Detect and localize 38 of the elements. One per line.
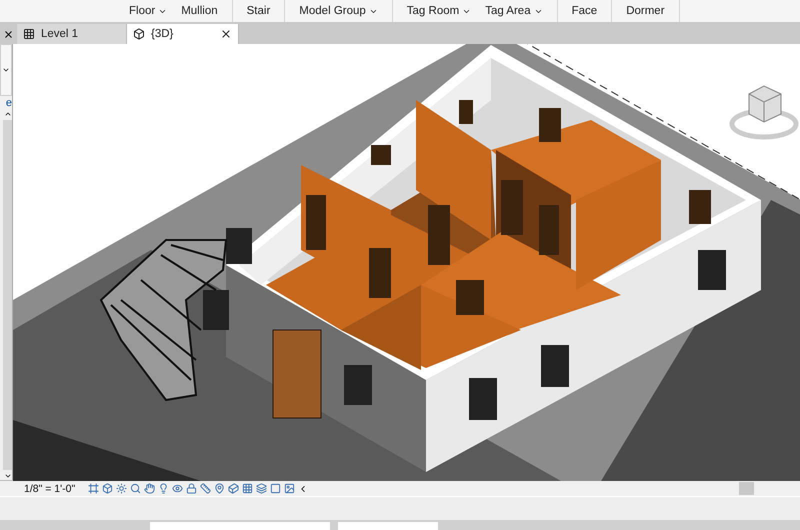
- panel-label: e: [6, 96, 12, 110]
- sun-icon[interactable]: [116, 483, 128, 494]
- scroll-up-icon[interactable]: [4, 110, 12, 118]
- cube-icon: [133, 28, 145, 40]
- caret-icon: [2, 66, 10, 74]
- close-icon[interactable]: [220, 28, 232, 40]
- ribbon-tool[interactable]: Tag Room: [404, 5, 474, 17]
- scroll-down-icon[interactable]: [4, 472, 12, 480]
- status-field[interactable]: [150, 522, 330, 530]
- lock-icon[interactable]: [186, 483, 198, 494]
- pin-icon[interactable]: [214, 483, 226, 494]
- hand-icon[interactable]: [144, 483, 156, 494]
- frame-icon[interactable]: [88, 483, 100, 494]
- view-tab[interactable]: {3D}: [127, 24, 239, 44]
- cuboid-icon[interactable]: [228, 483, 240, 494]
- box-icon[interactable]: [102, 483, 114, 494]
- status-field[interactable]: [338, 522, 438, 530]
- ribbon-tool[interactable]: Tag Area: [483, 5, 545, 17]
- view-scale[interactable]: 1/8" = 1'-0": [24, 482, 76, 494]
- ribbon-tool[interactable]: Mullion: [179, 5, 220, 17]
- image-icon[interactable]: [284, 483, 296, 494]
- ribbon-tool[interactable]: Dormer: [624, 5, 667, 17]
- ribbon-tool[interactable]: Stair: [244, 5, 272, 17]
- search-icon[interactable]: [130, 483, 142, 494]
- ribbon-tool[interactable]: Face: [570, 5, 600, 17]
- layers-icon[interactable]: [256, 483, 268, 494]
- eye-icon[interactable]: [172, 483, 184, 494]
- ribbon-tool[interactable]: Model Group: [297, 5, 380, 17]
- grid-icon[interactable]: [242, 483, 254, 494]
- ruler-icon[interactable]: [200, 483, 212, 494]
- ribbon-tool[interactable]: Floor: [127, 5, 170, 17]
- lightbulb-icon[interactable]: [158, 483, 170, 494]
- square-icon[interactable]: [270, 483, 282, 494]
- scroll-thumb[interactable]: [739, 482, 754, 495]
- scrollbar[interactable]: [3, 120, 12, 470]
- grid-icon: [23, 28, 35, 40]
- close-icon[interactable]: [3, 29, 14, 40]
- view-tab[interactable]: Level 1: [17, 24, 127, 44]
